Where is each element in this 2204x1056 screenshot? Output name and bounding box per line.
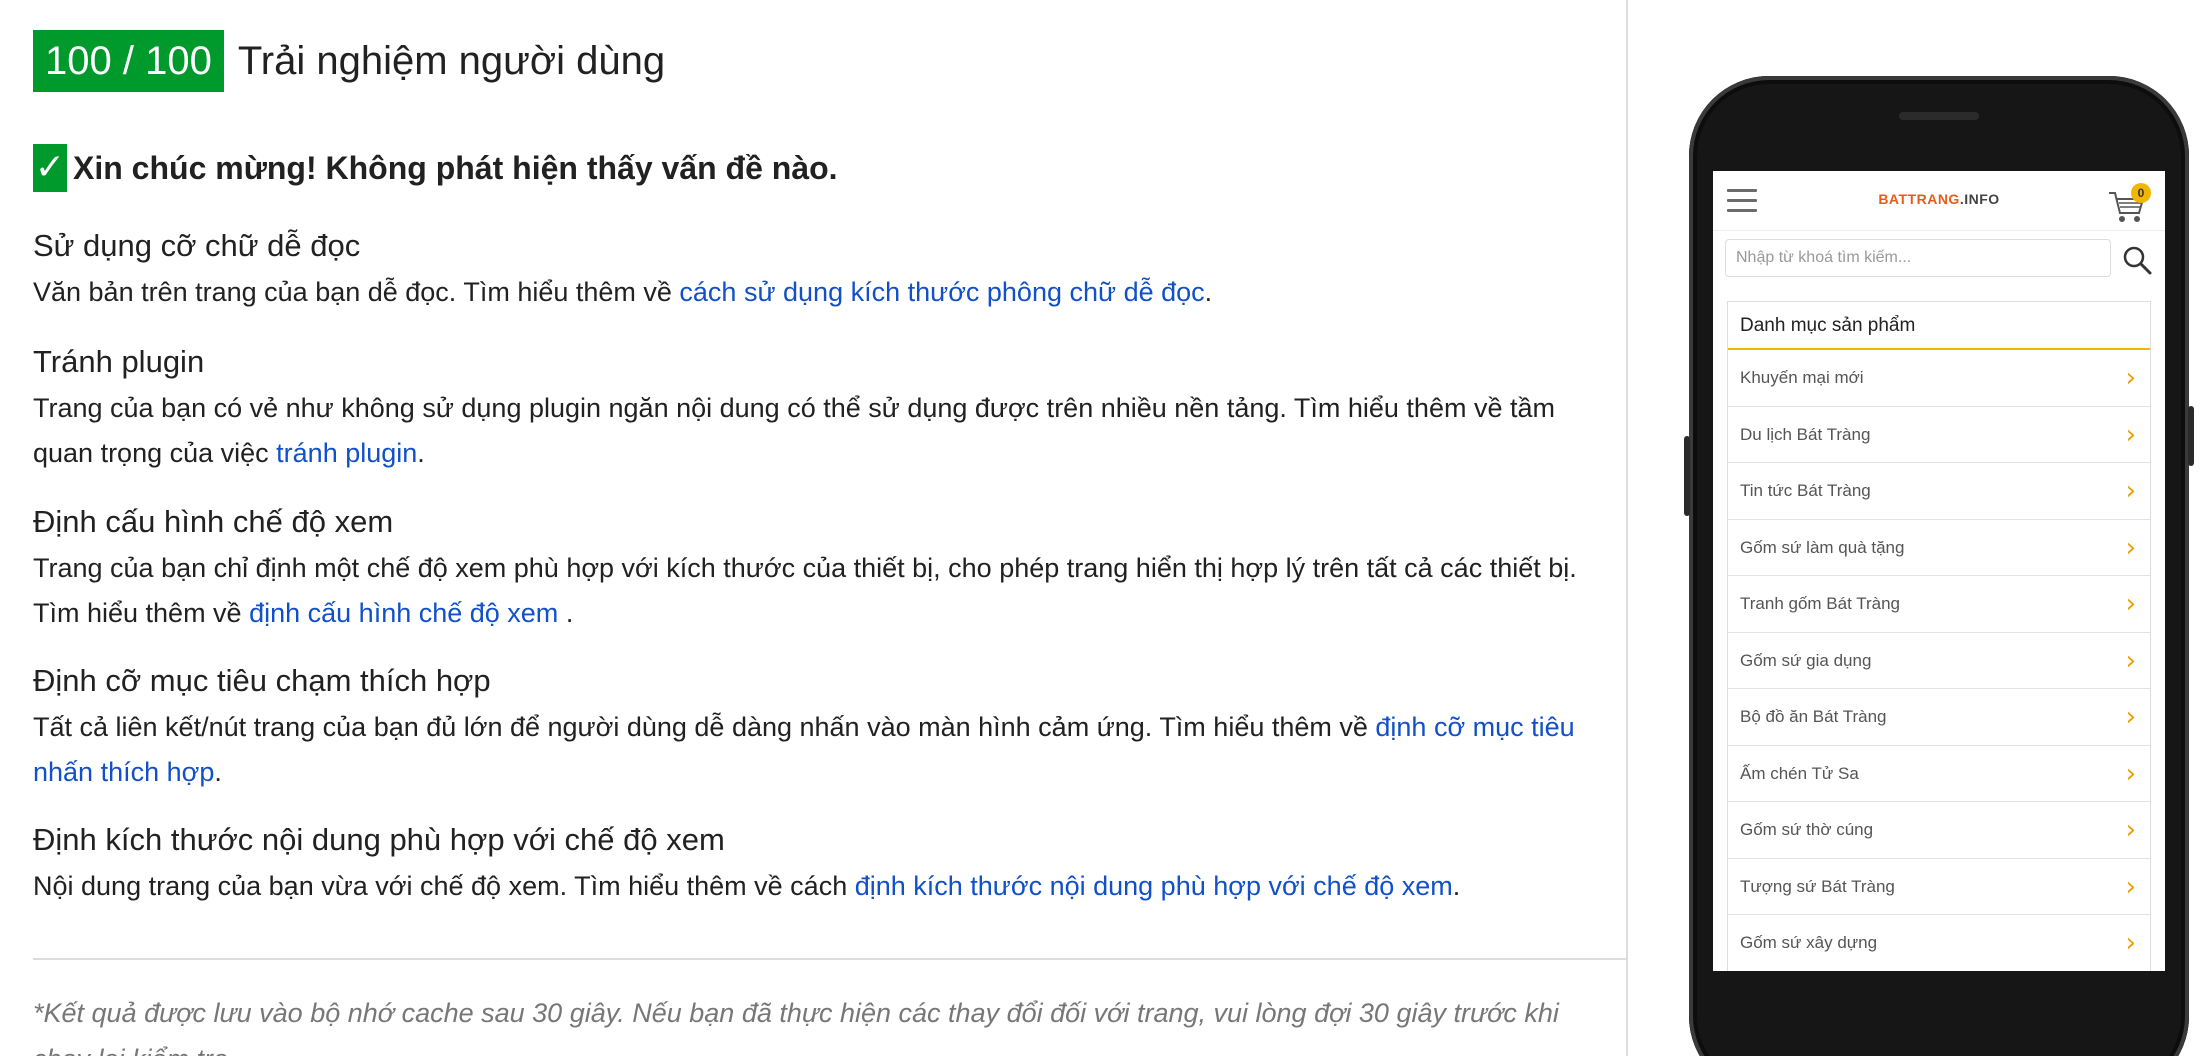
category-label: Gốm sứ xây dựng	[1740, 933, 1878, 952]
rule-tap-targets: Định cỡ mục tiêu chạm thích hợp Tất cả l…	[33, 661, 1613, 795]
rule-body: Tất cả liên kết/nút trang của bạn đủ lớn…	[33, 705, 1613, 795]
category-item[interactable]: Tượng sứ Bát Tràng ›	[1728, 859, 2150, 915]
score-header: 100 / 100 Trải nghiệm người dùng	[33, 30, 665, 92]
chevron-right-icon: ›	[2125, 702, 2136, 732]
chevron-right-icon: ›	[2125, 815, 2136, 845]
phone-preview: BATTRANG.INFO 0 Nhập từ khoá tìm kiếm...	[1684, 76, 2194, 1056]
search-icon[interactable]	[2121, 244, 2153, 276]
chevron-right-icon: ›	[2125, 645, 2136, 676]
rule-configure-viewport: Định cấu hình chế độ xem Trang của bạn c…	[33, 502, 1613, 636]
rule-body: Trang của bạn có vẻ như không sử dụng pl…	[33, 386, 1613, 476]
cart-count-badge: 0	[2131, 183, 2151, 203]
category-item[interactable]: Gốm sứ gia dụng ›	[1728, 633, 2150, 689]
cart-icon[interactable]: 0	[2107, 183, 2151, 223]
rule-title: Tránh plugin	[33, 344, 205, 379]
category-label: Gốm sứ gia dụng	[1740, 650, 1872, 670]
chevron-right-icon: ›	[2125, 589, 2136, 619]
category-item[interactable]: Tranh gốm Bát Tràng ›	[1728, 576, 2150, 633]
rule-text-end: .	[1452, 871, 1461, 901]
rule-link[interactable]: tránh plugin	[276, 438, 417, 468]
rule-title: Định kích thước nội dung phù hợp với chế…	[33, 822, 725, 857]
score-title: Trải nghiệm người dùng	[237, 38, 666, 83]
mobile-search-bar: Nhập từ khoá tìm kiếm...	[1713, 231, 2165, 287]
rule-text-end: .	[558, 598, 574, 628]
rule-text-end: .	[417, 438, 425, 468]
category-label: Bộ đồ ăn Bát Tràng	[1740, 707, 1887, 726]
phone-screen: BATTRANG.INFO 0 Nhập từ khoá tìm kiếm...	[1713, 171, 2165, 971]
page: 100 / 100 Trải nghiệm người dùng ✓ Xin c…	[0, 0, 2204, 1056]
logo-part: .INFO	[1959, 191, 2000, 207]
search-input[interactable]: Nhập từ khoá tìm kiếm...	[1725, 239, 2111, 277]
rule-body: Trang của bạn chỉ định một chế độ xem ph…	[33, 546, 1613, 636]
category-menu: Danh mục sản phẩm Khuyến mại mới › Du lịch…	[1727, 301, 2151, 971]
phone-side-button	[1684, 436, 1690, 516]
check-icon: ✓	[33, 144, 67, 192]
category-label: Tranh gốm Bát Tràng	[1740, 594, 1901, 613]
chevron-right-icon: ›	[2125, 928, 2136, 958]
rule-avoid-plugins: Tránh plugin Trang của bạn có vẻ như khô…	[33, 342, 1613, 476]
divider	[33, 958, 1628, 960]
congrats-message: ✓ Xin chúc mừng! Không phát hiện thấy vấ…	[33, 144, 838, 192]
category-item[interactable]: Khuyến mại mới ›	[1728, 350, 2150, 407]
category-label: Khuyến mại mới	[1740, 368, 1864, 387]
cache-note: *Kết quả được lưu vào bộ nhớ cache sau 3…	[33, 998, 1559, 1056]
chevron-right-icon: ›	[2125, 758, 2136, 789]
rule-body: Văn bản trên trang của bạn dễ đọc. Tìm h…	[33, 270, 1613, 315]
category-item[interactable]: Gốm sứ xây dựng ›	[1728, 915, 2150, 971]
mobile-header: BATTRANG.INFO 0	[1713, 171, 2165, 231]
phone-speaker	[1899, 112, 1979, 120]
rule-text-end: .	[1204, 277, 1213, 307]
rule-body: Nội dung trang của bạn vừa với chế độ xe…	[33, 864, 1613, 909]
rule-legible-font: Sử dụng cỡ chữ dễ đọc Văn bản trên trang…	[33, 226, 1613, 315]
rule-link[interactable]: định kích thước nội dung phù hợp với chế…	[855, 871, 1453, 901]
rule-text-end: .	[214, 757, 222, 787]
logo-part: BATTRANG	[1878, 191, 1960, 207]
category-label: Du lịch Bát Tràng	[1740, 424, 1871, 444]
rule-link[interactable]: cách sử dụng kích thước phông chữ dễ đọc	[679, 277, 1204, 307]
category-item[interactable]: Ấm chén Tử Sa ›	[1728, 746, 2150, 802]
category-item[interactable]: Bộ đồ ăn Bát Tràng ›	[1728, 689, 2150, 746]
category-label: Tin tức Bát Tràng	[1740, 481, 1871, 500]
category-header: Danh mục sản phẩm	[1728, 302, 2150, 350]
rule-size-content: Định kích thước nội dung phù hợp với chế…	[33, 820, 1613, 909]
results-panel: 100 / 100 Trải nghiệm người dùng ✓ Xin c…	[0, 0, 1628, 1056]
rule-title: Định cỡ mục tiêu chạm thích hợp	[33, 663, 491, 698]
chevron-right-icon: ›	[2125, 476, 2136, 506]
rule-text: Văn bản trên trang của bạn dễ đọc. Tìm h…	[33, 277, 680, 307]
rule-text: Tất cả liên kết/nút trang của bạn đủ lớn…	[33, 712, 1376, 742]
rule-title: Sử dụng cỡ chữ dễ đọc	[33, 228, 361, 263]
category-label: Ấm chén Tử Sa	[1740, 763, 1859, 783]
chevron-right-icon: ›	[2125, 419, 2136, 450]
category-label: Gốm sứ thờ cúng	[1740, 820, 1874, 839]
chevron-right-icon: ›	[2125, 363, 2136, 393]
chevron-right-icon: ›	[2125, 871, 2136, 902]
congrats-text: Xin chúc mừng! Không phát hiện thấy vấn …	[73, 149, 838, 186]
rule-link[interactable]: định cấu hình chế độ xem	[249, 598, 558, 628]
category-label: Gốm sứ làm quà tặng	[1740, 537, 1905, 557]
rule-text: Trang của bạn có vẻ như không sử dụng pl…	[33, 393, 1555, 468]
site-logo[interactable]: BATTRANG.INFO	[1713, 191, 2165, 207]
category-item[interactable]: Gốm sứ thờ cúng ›	[1728, 802, 2150, 859]
category-item[interactable]: Du lịch Bát Tràng ›	[1728, 407, 2150, 463]
chevron-right-icon: ›	[2125, 532, 2136, 563]
rule-text: Nội dung trang của bạn vừa với chế độ xe…	[33, 871, 855, 901]
score-badge: 100 / 100	[33, 30, 224, 92]
category-item[interactable]: Gốm sứ làm quà tặng ›	[1728, 520, 2150, 576]
category-item[interactable]: Tin tức Bát Tràng ›	[1728, 463, 2150, 520]
category-list: Khuyến mại mới › Du lịch Bát Tràng › Tin tức…	[1728, 350, 2150, 971]
category-label: Tượng sứ Bát Tràng	[1740, 876, 1895, 896]
phone-side-button	[2188, 406, 2194, 466]
rule-title: Định cấu hình chế độ xem	[33, 504, 394, 539]
